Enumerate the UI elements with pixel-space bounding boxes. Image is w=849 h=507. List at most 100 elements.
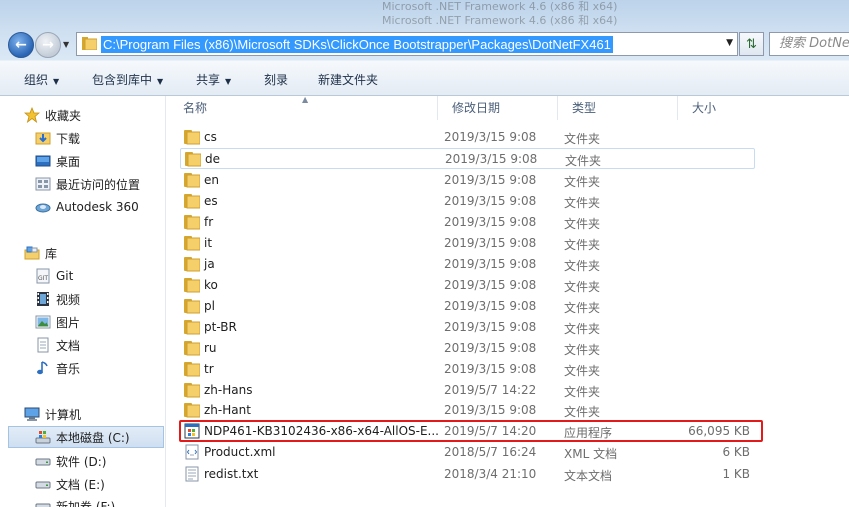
file-type: XML 文档 <box>564 447 618 461</box>
sidebar-item-label: 视频 <box>56 292 81 307</box>
file-row[interactable]: redist.txt 2018/3/4 21:10 文本文档 1 KB <box>180 464 755 485</box>
file-row[interactable]: pl 2019/3/15 9:08 文件夹 <box>180 296 755 317</box>
file-name: es <box>204 194 218 208</box>
file-row[interactable]: fr 2019/3/15 9:08 文件夹 <box>180 212 755 233</box>
sidebar-item-music[interactable]: 音乐 <box>35 357 80 379</box>
sidebar-item-downloads[interactable]: 下载 <box>35 127 80 149</box>
file-row[interactable]: es 2019/3/15 9:08 文件夹 <box>180 191 755 212</box>
file-date: 2019/3/15 9:08 <box>444 173 537 187</box>
file-row[interactable]: it 2019/3/15 9:08 文件夹 <box>180 233 755 254</box>
address-path-text[interactable]: C:\Program Files (x86)\Microsoft SDKs\Cl… <box>101 36 613 53</box>
sidebar-libraries[interactable]: 库 <box>24 242 57 264</box>
navigation-bar: Microsoft .NET Framework 4.6 (x86 和 x64)… <box>0 0 849 60</box>
file-row[interactable]: pt-BR 2019/3/15 9:08 文件夹 <box>180 317 755 338</box>
file-date: 2019/3/15 9:08 <box>444 341 537 355</box>
file-date: 2019/3/15 9:08 <box>444 362 537 376</box>
search-input[interactable]: 搜索 DotNetFX461 <box>769 32 849 56</box>
sidebar-computer[interactable]: 计算机 <box>24 403 81 425</box>
refresh-button[interactable]: ⇅ <box>739 32 764 56</box>
sidebar-item-label: 软件 (D:) <box>56 454 107 469</box>
sidebar-favorites-label: 收藏夹 <box>45 108 82 123</box>
file-type: 文件夹 <box>564 364 601 378</box>
background-window-ghost: Microsoft .NET Framework 4.6 (x86 和 x64)… <box>322 0 652 28</box>
drive-icon <box>35 498 51 507</box>
sidebar-item-git[interactable]: GIT Git <box>35 265 73 287</box>
sidebar-item-label: Autodesk 360 <box>56 200 139 214</box>
file-row[interactable]: zh-Hans 2019/5/7 14:22 文件夹 <box>180 380 755 401</box>
file-name: de <box>205 152 220 166</box>
file-type: 文件夹 <box>564 238 601 252</box>
file-row[interactable]: zh-Hant 2019/3/15 9:08 文件夹 <box>180 400 755 421</box>
file-name: fr <box>204 215 214 229</box>
arrow-right-icon: → <box>42 37 54 53</box>
refresh-icon: ⇅ <box>746 36 757 52</box>
back-button[interactable]: ← <box>8 32 34 58</box>
file-row[interactable]: ko 2019/3/15 9:08 文件夹 <box>180 275 755 296</box>
file-row[interactable]: Product.xml 2018/5/7 16:24 XML 文档 6 KB <box>180 442 755 463</box>
navigation-pane: 收藏夹 下载 桌面 最近访问的位置 Autodesk 360 库 GIT Git… <box>0 96 165 507</box>
file-row[interactable]: de 2019/3/15 9:08 文件夹 <box>180 148 755 169</box>
file-date: 2019/3/15 9:08 <box>444 194 537 208</box>
share-button[interactable]: 共享 ▼ <box>196 71 231 88</box>
new-folder-button[interactable]: 新建文件夹 <box>318 71 378 88</box>
file-name: Product.xml <box>204 445 276 459</box>
document-icon <box>35 337 51 353</box>
sidebar-item-drive-c[interactable]: 本地磁盘 (C:) <box>8 426 164 448</box>
file-row[interactable]: ru 2019/3/15 9:08 文件夹 <box>180 338 755 359</box>
file-name: redist.txt <box>204 467 259 481</box>
organize-button[interactable]: 组织 ▼ <box>24 71 59 88</box>
sidebar-item-drive-f[interactable]: 新加卷 (F:) <box>35 495 115 507</box>
folder-icon <box>184 193 201 209</box>
sidebar-item-documents[interactable]: 文档 <box>35 334 80 356</box>
sidebar-item-pictures[interactable]: 图片 <box>35 311 80 333</box>
command-toolbar: 组织 ▼ 包含到库中 ▼ 共享 ▼ 刻录 新建文件夹 <box>0 60 849 96</box>
sort-ascending-icon: ▲ <box>302 95 309 104</box>
file-type: 文件夹 <box>564 280 601 294</box>
sidebar-item-label: 下载 <box>56 131 81 146</box>
sidebar-item-label: 最近访问的位置 <box>56 177 141 192</box>
column-header-date[interactable]: 修改日期 <box>438 96 558 120</box>
star-icon <box>23 106 41 124</box>
sidebar-item-label: 桌面 <box>56 154 81 169</box>
recent-pages-dropdown[interactable]: ▼ <box>63 40 69 49</box>
file-row[interactable]: en 2019/3/15 9:08 文件夹 <box>180 170 755 191</box>
folder-icon <box>184 298 201 314</box>
file-name: zh-Hant <box>204 403 251 417</box>
address-bar[interactable]: C:\Program Files (x86)\Microsoft SDKs\Cl… <box>76 32 738 56</box>
sidebar-item-recent-places[interactable]: 最近访问的位置 <box>35 173 140 195</box>
sidebar-item-autodesk-360[interactable]: Autodesk 360 <box>35 196 139 218</box>
file-name: ru <box>204 341 217 355</box>
file-row[interactable]: ja 2019/3/15 9:08 文件夹 <box>180 254 755 275</box>
folder-icon <box>82 37 98 51</box>
ghost-line: Microsoft .NET Framework 4.6 (x86 和 x64) <box>382 14 618 27</box>
file-date: 2019/3/15 9:08 <box>445 152 538 166</box>
sidebar-item-desktop[interactable]: 桌面 <box>35 150 80 172</box>
git-library-icon: GIT <box>35 268 51 284</box>
file-name: ko <box>204 278 218 292</box>
burn-button[interactable]: 刻录 <box>264 71 288 88</box>
file-name: ja <box>204 257 215 271</box>
file-date: 2019/3/15 9:08 <box>444 215 537 229</box>
file-type: 文件夹 <box>564 175 601 189</box>
pane-splitter[interactable] <box>165 96 169 507</box>
file-row[interactable]: tr 2019/3/15 9:08 文件夹 <box>180 359 755 380</box>
sidebar-favorites[interactable]: 收藏夹 <box>23 104 82 126</box>
sidebar-item-drive-e[interactable]: 文档 (E:) <box>35 473 105 495</box>
forward-button[interactable]: → <box>35 32 61 58</box>
folder-icon <box>184 361 201 377</box>
file-name: it <box>204 236 213 250</box>
include-in-library-button[interactable]: 包含到库中 ▼ <box>92 71 163 88</box>
file-size: 1 KB <box>722 467 750 481</box>
file-date: 2018/5/7 16:24 <box>444 445 537 459</box>
column-header-type[interactable]: 类型 <box>558 96 678 120</box>
file-type: 文件夹 <box>564 322 601 336</box>
sidebar-item-drive-d[interactable]: 软件 (D:) <box>35 450 106 472</box>
sidebar-item-videos[interactable]: 视频 <box>35 288 80 310</box>
file-type: 文件夹 <box>564 196 601 210</box>
sidebar-item-label: Git <box>56 269 74 283</box>
file-row[interactable]: cs 2019/3/15 9:08 文件夹 <box>180 127 755 148</box>
chevron-down-icon: ▼ <box>53 77 60 86</box>
column-header-size[interactable]: 大小 <box>678 96 758 120</box>
file-name: zh-Hans <box>204 383 253 397</box>
address-dropdown-icon[interactable]: ▼ <box>726 38 733 48</box>
